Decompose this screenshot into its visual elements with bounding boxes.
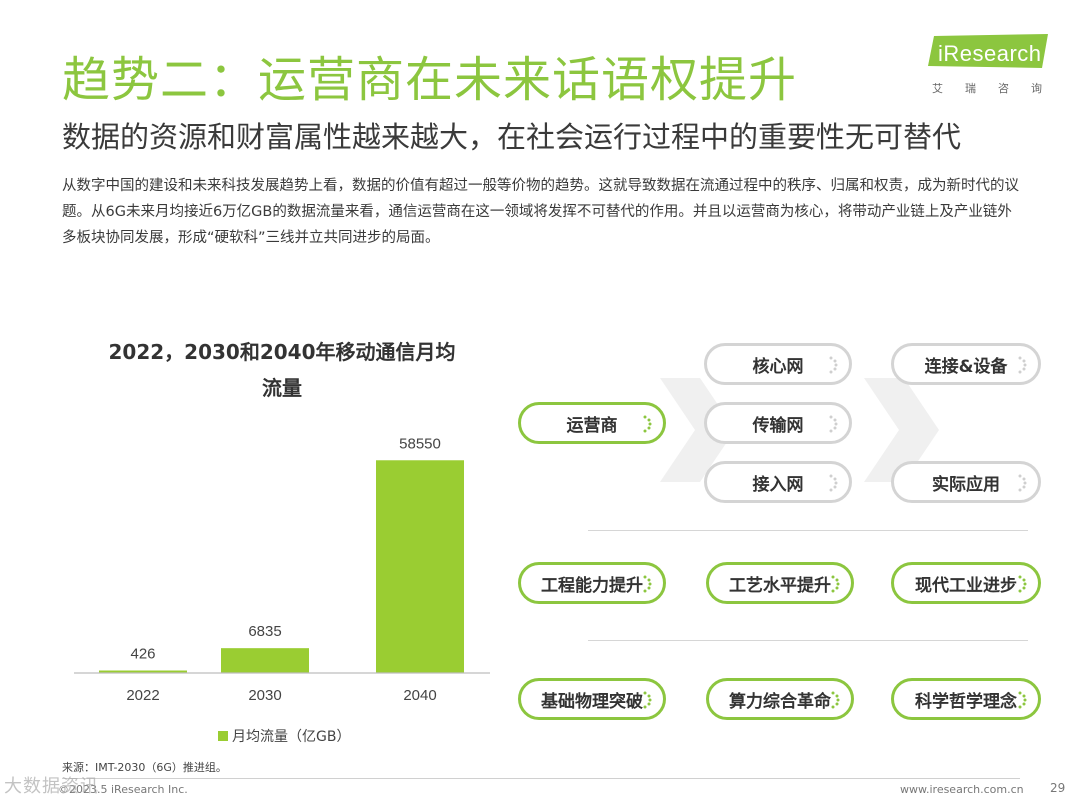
pill-physics: 基础物理突破 (518, 678, 666, 720)
pill-craft-label: 工艺水平提升 (729, 575, 831, 596)
dots-icon (1018, 356, 1027, 374)
dots-icon (1018, 691, 1027, 709)
pill-transport-network-label: 传输网 (752, 415, 804, 436)
pill-philosophy: 科学哲学理念 (891, 678, 1041, 720)
pill-engineering: 工程能力提升 (518, 562, 666, 604)
iresearch-logo: iResearch 艾瑞咨询 (928, 34, 1052, 96)
pill-physics-label: 基础物理突破 (541, 691, 643, 712)
x-tick-2030: 2030 (248, 687, 281, 704)
pill-compute-label: 算力综合革命 (729, 691, 831, 712)
pill-transport-network: 传输网 (704, 402, 852, 444)
pill-engineering-label: 工程能力提升 (541, 575, 643, 596)
logo-subtext: 艾瑞咨询 (932, 82, 1064, 95)
dots-icon (643, 415, 652, 433)
pill-core-network-label: 核心网 (752, 356, 804, 377)
pill-connection-device: 连接&设备 (891, 343, 1041, 385)
pill-core-network: 核心网 (704, 343, 852, 385)
data-label-2022: 426 (130, 646, 155, 663)
pill-compute: 算力综合革命 (706, 678, 854, 720)
legend-swatch (218, 731, 228, 741)
dots-icon (829, 474, 838, 492)
pill-application: 实际应用 (891, 461, 1041, 503)
dots-icon (829, 356, 838, 374)
bar-2040 (376, 460, 464, 673)
x-tick-2022: 2022 (126, 687, 159, 704)
pill-operator-label: 运营商 (566, 415, 618, 436)
pill-connection-device-label: 连接&设备 (924, 356, 1008, 377)
pill-industry: 现代工业进步 (891, 562, 1041, 604)
dots-icon (1018, 474, 1027, 492)
footer-divider (62, 778, 1020, 779)
chart-title: 2022，2030和2040年移动通信月均 流量 (82, 334, 482, 406)
website-link[interactable]: www.iresearch.com.cn (900, 783, 1024, 796)
pill-philosophy-label: 科学哲学理念 (915, 691, 1017, 712)
dots-icon (643, 575, 652, 593)
logo-text: iResearch (938, 41, 1042, 66)
pill-operator: 运营商 (518, 402, 666, 444)
dots-icon (1018, 575, 1027, 593)
data-label-2030: 6835 (248, 623, 281, 640)
intro-paragraph: 从数字中国的建设和未来科技发展趋势上看，数据的价值有超过一般等价物的趋势。这就导… (62, 178, 1019, 246)
page-subtitle: 数据的资源和财富属性越来越大，在社会运行过程中的重要性无可替代 (62, 120, 962, 154)
dots-icon (643, 691, 652, 709)
chart-title-line2: 流量 (262, 376, 302, 400)
data-label-2040: 58550 (399, 435, 441, 452)
x-tick-2040: 2040 (403, 687, 436, 704)
pill-craft: 工艺水平提升 (706, 562, 854, 604)
divider-bottom (588, 640, 1028, 641)
divider-top (588, 530, 1028, 531)
pill-access-network-label: 接入网 (752, 474, 804, 495)
dots-icon (831, 691, 840, 709)
dots-icon (829, 415, 838, 433)
pill-application-label: 实际应用 (932, 474, 1000, 495)
page-title: 趋势二：运营商在未来话语权提升 (62, 52, 798, 108)
legend-label: 月均流量（亿GB） (232, 729, 350, 745)
chart-title-line1: 2022，2030和2040年移动通信月均 (108, 340, 456, 364)
pill-access-network: 接入网 (704, 461, 852, 503)
dots-icon (831, 575, 840, 593)
watermark-text: 大数据资讯 (4, 776, 99, 797)
traffic-bar-chart: 426 2022 6835 2030 58550 2040 月均流量（亿GB） (74, 435, 490, 745)
page-number: 29 (1050, 781, 1066, 795)
pill-industry-label: 现代工业进步 (915, 575, 1017, 596)
bar-2030 (221, 648, 309, 673)
